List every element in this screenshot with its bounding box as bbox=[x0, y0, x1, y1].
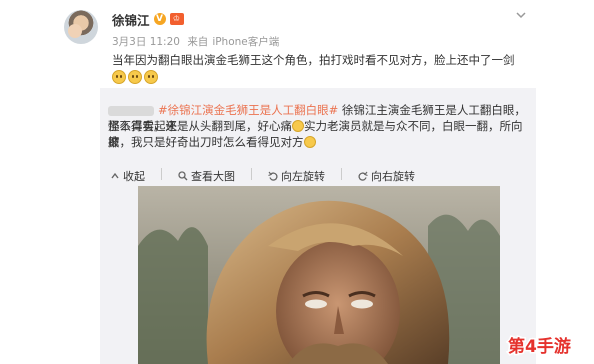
post-meta: 3月3日 11:20 来自 iPhone客户端 bbox=[112, 34, 283, 49]
watermark-logo: 第4手游 bbox=[507, 335, 573, 359]
grin-emoji-icon bbox=[303, 136, 316, 148]
avatar-child-face bbox=[68, 24, 82, 38]
image-toolbar: 收起 查看大图 向左旋转 向右旋转 bbox=[110, 168, 415, 184]
avatar[interactable] bbox=[64, 10, 98, 44]
laughing-crying-emoji-icon bbox=[128, 70, 142, 84]
view-large-button[interactable]: 查看大图 bbox=[178, 168, 235, 184]
rotate-right-button[interactable]: 向右旋转 bbox=[358, 168, 415, 184]
post-date[interactable]: 3月3日 11:20 bbox=[112, 36, 180, 48]
laughing-crying-emoji-icon bbox=[112, 70, 126, 84]
collapse-icon bbox=[111, 172, 119, 179]
verified-badge-icon: V bbox=[153, 13, 166, 25]
post-text: 当年因为翻白眼出演金毛狮王这个角色，拍打戏时看不见对方，脸上还中了一剑 bbox=[112, 53, 515, 67]
rotate-left-button[interactable]: 向左旋转 bbox=[268, 168, 325, 184]
repost-text-3: 靡，我只是好奇出刀时怎么看得见对方 bbox=[108, 135, 304, 149]
repost-text-2: 那么真实，还是从头翻到尾，好心痛 bbox=[108, 119, 292, 133]
vip-crown-icon: ♔ bbox=[169, 13, 184, 25]
post-photo[interactable] bbox=[138, 186, 500, 364]
chevron-down-icon[interactable] bbox=[514, 8, 528, 22]
view-large-label: 查看大图 bbox=[191, 170, 235, 183]
magnifier-icon bbox=[178, 171, 188, 181]
source-prefix: 来自 bbox=[187, 36, 209, 48]
crying-emoji-icon bbox=[292, 120, 304, 132]
post-source[interactable]: iPhone客户端 bbox=[212, 36, 279, 48]
collapse-button[interactable]: 收起 bbox=[110, 168, 145, 184]
repost-hashtag[interactable]: #徐锦江演金毛狮王是人工翻白眼# bbox=[158, 103, 338, 117]
emoji-row bbox=[112, 70, 158, 84]
collapse-label: 收起 bbox=[123, 170, 145, 183]
weibo-post: 徐锦江 V ♔ 3月3日 11:20 来自 iPhone客户端 当年因为翻白眼出演… bbox=[0, 0, 594, 364]
laughing-crying-emoji-icon bbox=[144, 70, 158, 84]
toolbar-divider bbox=[341, 168, 342, 180]
rotate-left-label: 向左旋转 bbox=[281, 170, 325, 183]
blurred-username bbox=[108, 105, 154, 116]
author-name[interactable]: 徐锦江 bbox=[112, 10, 150, 29]
golden-lion-king-photo bbox=[138, 186, 500, 364]
toolbar-divider bbox=[251, 168, 252, 180]
toolbar-divider bbox=[161, 168, 162, 180]
rotate-right-label: 向右旋转 bbox=[371, 170, 415, 183]
repost-text-line-3: 靡，我只是好奇出刀时怎么看得见对方 bbox=[108, 134, 532, 150]
repost-card: #徐锦江演金毛狮王是人工翻白眼# 徐锦江主演金毛狮王是人工翻白眼，怪不得看起来 … bbox=[100, 88, 536, 364]
author-row: 徐锦江 V ♔ bbox=[112, 10, 184, 28]
rotate-right-icon bbox=[358, 171, 368, 181]
watermark-text: 第4手游 bbox=[508, 336, 571, 357]
rotate-left-icon bbox=[268, 171, 278, 181]
